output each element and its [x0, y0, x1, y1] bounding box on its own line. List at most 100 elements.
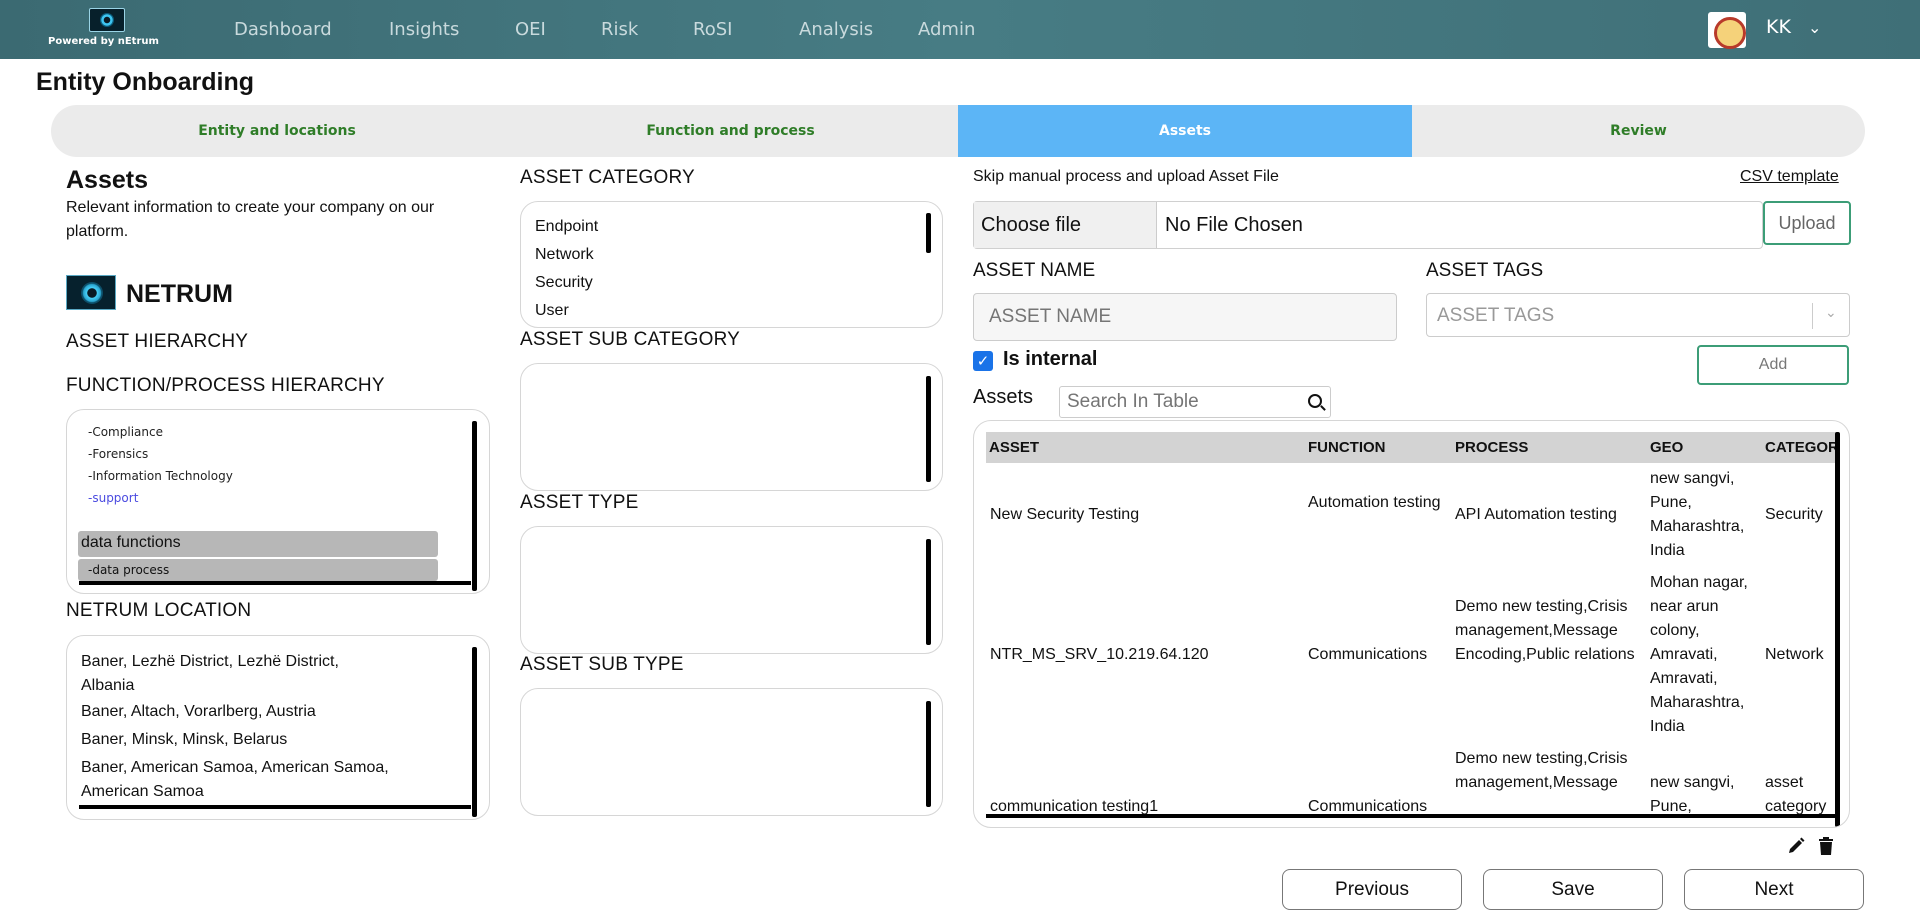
- asset-hierarchy-label: ASSET HIERARCHY: [66, 331, 249, 352]
- column-header-function[interactable]: FUNCTION: [1308, 439, 1386, 456]
- category-item-user[interactable]: User: [535, 302, 569, 320]
- nav-rosi[interactable]: RoSI: [693, 19, 732, 40]
- nav-insights[interactable]: Insights: [389, 19, 459, 40]
- cell-function: Automation testing: [1308, 494, 1441, 511]
- asset-category-list[interactable]: Endpoint Network Security User: [520, 201, 943, 328]
- asset-sub-category-label: ASSET SUB CATEGORY: [520, 329, 741, 350]
- page-title: Entity Onboarding: [36, 68, 255, 96]
- search-icon[interactable]: [1308, 394, 1322, 408]
- location-item[interactable]: Baner, Altach, Vorarlberg, Austria: [81, 700, 391, 724]
- edit-icon[interactable]: [1786, 836, 1806, 856]
- category-item-endpoint[interactable]: Endpoint: [535, 218, 598, 236]
- next-button[interactable]: Next: [1684, 869, 1864, 910]
- location-label: NETRUM LOCATION: [66, 600, 252, 621]
- asset-tags-select[interactable]: ASSET TAGS ⌄: [1426, 293, 1850, 337]
- column-header-geo[interactable]: GEO: [1650, 439, 1683, 456]
- nav-admin[interactable]: Admin: [918, 19, 975, 40]
- selected-process-label: -data process: [88, 563, 170, 577]
- cell-asset: New Security Testing: [990, 506, 1140, 523]
- upload-button[interactable]: Upload: [1763, 201, 1851, 245]
- asset-sub-category-list[interactable]: [520, 363, 943, 491]
- cell-process: Demo new testing,Crisis management,Messa…: [1455, 598, 1635, 663]
- step-assets[interactable]: Assets: [958, 105, 1412, 157]
- asset-tags-label: ASSET TAGS: [1426, 260, 1544, 281]
- cell-process: API Automation testing: [1455, 506, 1617, 523]
- cell-category: Security: [1765, 506, 1823, 523]
- company-logo-icon: [66, 275, 116, 310]
- table-search[interactable]: [1059, 386, 1331, 418]
- cell-asset: NTR_MS_SRV_10.219.64.120: [990, 646, 1209, 663]
- tree-vertical-scrollbar[interactable]: [472, 421, 477, 591]
- nav-dashboard[interactable]: Dashboard: [234, 19, 332, 40]
- chevron-down-icon[interactable]: ⌄: [1825, 305, 1837, 321]
- choose-file-button[interactable]: Choose file: [974, 202, 1157, 248]
- nav-analysis[interactable]: Analysis: [799, 19, 873, 40]
- nav-risk[interactable]: Risk: [601, 19, 638, 40]
- column-header-asset[interactable]: ASSET: [989, 439, 1039, 456]
- tree-selected-function[interactable]: data functions: [78, 531, 438, 557]
- location-vertical-scrollbar[interactable]: [472, 647, 477, 817]
- step-function-process[interactable]: Function and process: [503, 105, 958, 157]
- skip-manual-text: Skip manual process and upload Asset Fil…: [973, 168, 1279, 185]
- cell-category: Network: [1765, 646, 1824, 663]
- save-button[interactable]: Save: [1483, 869, 1663, 910]
- type-vertical-scrollbar[interactable]: [926, 539, 931, 645]
- csv-template-link[interactable]: CSV template: [1740, 168, 1839, 186]
- column-header-process[interactable]: PROCESS: [1455, 439, 1528, 456]
- chevron-down-icon[interactable]: ⌄: [1808, 18, 1821, 37]
- assets-heading: Assets: [66, 166, 148, 194]
- assets-description: Relevant information to create your comp…: [66, 199, 435, 240]
- top-navbar: Powered by nEtrum Dashboard Insights OEI…: [0, 0, 1920, 59]
- asset-sub-type-label: ASSET SUB TYPE: [520, 654, 684, 675]
- assets-table: ASSET FUNCTION PROCESS GEO CATEGORY New …: [973, 420, 1850, 828]
- onboarding-steps: Entity and locations Function and proces…: [51, 105, 1865, 157]
- table-vertical-scrollbar[interactable]: [1835, 432, 1840, 827]
- asset-sub-type-list[interactable]: [520, 688, 943, 816]
- cell-process: Demo new testing,Crisis management,Messa…: [1455, 750, 1628, 791]
- previous-button[interactable]: Previous: [1282, 869, 1462, 910]
- tree-item-compliance[interactable]: -Compliance: [88, 425, 163, 439]
- function-hierarchy-tree[interactable]: -Compliance -Forensics -Information Tech…: [66, 409, 490, 594]
- user-initials[interactable]: KK: [1766, 16, 1791, 38]
- step-entity-locations[interactable]: Entity and locations: [51, 105, 503, 157]
- asset-name-input[interactable]: [973, 293, 1397, 341]
- cell-category: asset category: [1765, 774, 1827, 815]
- powered-by-text: Powered by nEtrum: [48, 36, 159, 47]
- tree-selected-process[interactable]: -data process: [78, 559, 438, 581]
- location-item[interactable]: Baner, Minsk, Minsk, Belarus: [81, 728, 391, 752]
- location-item[interactable]: Baner, Lezhë District, Lezhë District, A…: [81, 650, 391, 698]
- tree-item-support[interactable]: -support: [88, 491, 138, 505]
- tree-item-information-technology[interactable]: -Information Technology: [88, 469, 233, 483]
- company-name: NETRUM: [126, 280, 233, 308]
- sub-category-vertical-scrollbar[interactable]: [926, 376, 931, 482]
- sub-type-vertical-scrollbar[interactable]: [926, 701, 931, 807]
- asset-name-label: ASSET NAME: [973, 260, 1096, 281]
- is-internal-checkbox[interactable]: ✓: [973, 351, 993, 371]
- column-header-category[interactable]: CATEGORY: [1765, 439, 1838, 456]
- assets-table-label: Assets: [973, 386, 1034, 408]
- file-input[interactable]: Choose file No File Chosen: [973, 201, 1763, 249]
- add-button[interactable]: Add: [1697, 345, 1849, 385]
- category-item-security[interactable]: Security: [535, 274, 593, 292]
- netrum-logo[interactable]: Powered by nEtrum: [48, 8, 160, 52]
- asset-type-list[interactable]: [520, 526, 943, 654]
- table-search-input[interactable]: [1060, 387, 1290, 417]
- tree-horizontal-scrollbar[interactable]: [79, 581, 471, 585]
- location-item[interactable]: Baner, American Samoa, American Samoa, A…: [81, 756, 391, 804]
- delete-icon[interactable]: [1817, 836, 1835, 856]
- location-horizontal-scrollbar[interactable]: [79, 805, 471, 809]
- asset-tags-placeholder: ASSET TAGS: [1437, 305, 1555, 326]
- category-vertical-scrollbar[interactable]: [926, 213, 931, 253]
- cell-geo: new sangvi, Pune, Maharashtra, India: [1650, 470, 1745, 559]
- cell-function: Communications: [1308, 646, 1428, 663]
- cell-geo: new sangvi, Pune,: [1650, 774, 1735, 815]
- table-horizontal-scrollbar[interactable]: [986, 814, 1838, 818]
- select-divider: [1812, 303, 1813, 329]
- file-name-text: No File Chosen: [1165, 214, 1303, 236]
- step-review[interactable]: Review: [1412, 105, 1865, 157]
- category-item-network[interactable]: Network: [535, 246, 594, 264]
- org-avatar[interactable]: [1708, 12, 1746, 49]
- location-list[interactable]: Baner, Lezhë District, Lezhë District, A…: [66, 635, 490, 820]
- tree-item-forensics[interactable]: -Forensics: [88, 447, 148, 461]
- nav-oei[interactable]: OEI: [515, 19, 546, 40]
